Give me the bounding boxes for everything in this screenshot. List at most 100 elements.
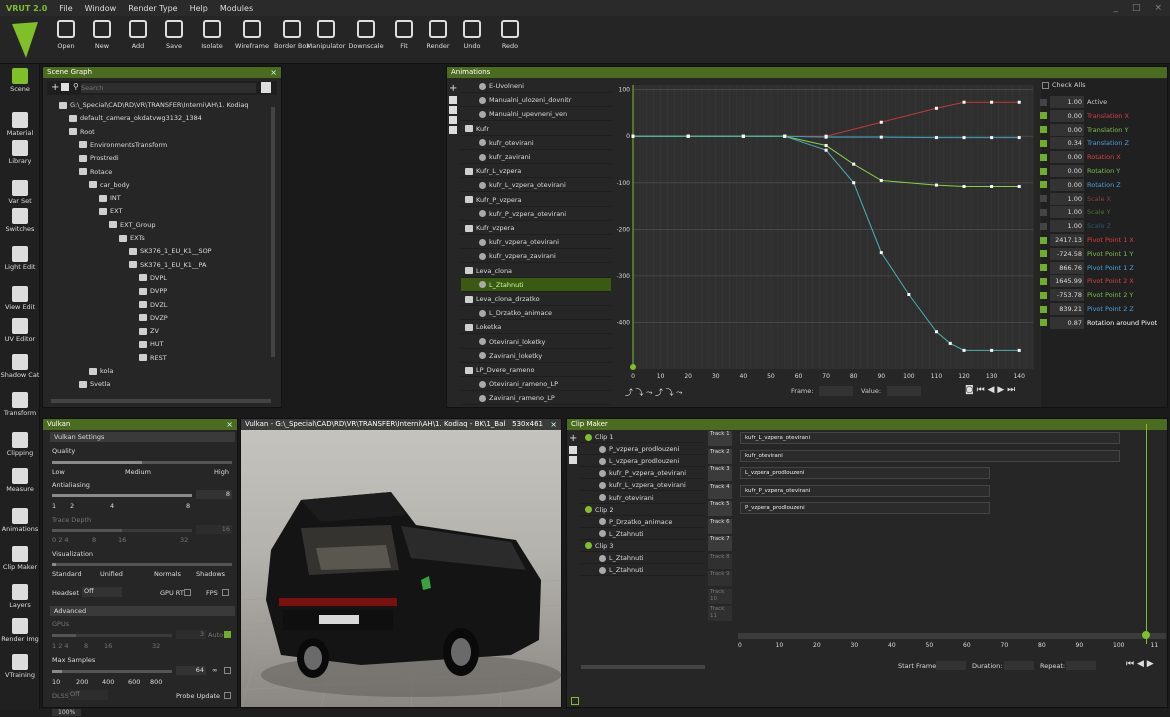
property-checkbox[interactable] [1040,222,1047,230]
auto-checkbox[interactable] [224,631,231,638]
animation-item[interactable]: Zavirani_rameno_LP [461,391,611,406]
close-icon[interactable]: × [270,67,277,78]
menu-modules[interactable]: Modules [220,4,253,13]
keyframe-point[interactable] [783,134,787,138]
keyframe-point[interactable] [879,251,883,255]
menu-file[interactable]: File [59,4,72,13]
keyframe-point[interactable] [824,148,828,152]
property-checkbox[interactable] [1040,208,1047,216]
gpus-value[interactable]: 3 [176,630,206,639]
close-icon[interactable]: × [550,419,557,430]
sidebar-scene[interactable]: Scene [0,68,40,93]
sidebar-transform[interactable]: Transform [0,392,40,417]
scene-node[interactable]: HUT [139,338,164,350]
scene-scrollbar[interactable] [271,107,275,357]
keyframe-point[interactable] [934,330,938,334]
animation-item[interactable]: L_Ztahnuti [461,277,611,292]
keyframe-point[interactable] [990,348,994,352]
track-header[interactable]: Track 2 [708,448,732,464]
sidebar-vtraining[interactable]: VTraining [0,654,40,679]
toolbar-open-button[interactable]: Open [46,20,86,60]
track-header[interactable]: Track 8 [708,553,732,569]
scene-node[interactable]: EnvironmentsTransform [79,139,167,151]
track-clip[interactable]: kufr_otevirani [740,449,1120,462]
property-row[interactable]: 839.21 Pivot Point 2 Z [1040,303,1165,315]
toolbar-redo-button[interactable]: Redo [490,20,530,60]
animation-item[interactable]: kufr_P_vzpera_otevirani [461,207,611,221]
animation-group[interactable]: Leva_clona_drzatko [461,292,611,306]
trace-depth-slider[interactable] [52,529,192,532]
keyframe-point[interactable] [1017,136,1021,140]
property-value[interactable]: 0.87 [1050,316,1084,329]
track-clip[interactable]: L_vzpera_prodlouzeni [740,467,990,479]
animation-item[interactable]: kufr_L_vzpera_otevirani [461,178,611,193]
curve-tools-icon[interactable]: ⤴ ⤵ ⤳ ⤴ ⤵ ⤳ [625,387,683,398]
track-header[interactable]: Track 7 [708,536,732,551]
gpus-slider[interactable] [52,634,172,637]
property-row[interactable]: 2417.13 Pivot Point 1 X [1040,234,1165,246]
trace-depth-value[interactable]: 16 [196,525,232,534]
menu-render-type[interactable]: Render Type [128,4,177,13]
clip-playback-icon[interactable]: ⏮ ◀ ▶ [1126,659,1154,669]
value-input[interactable] [887,386,921,396]
toolbar-undo-button[interactable]: Undo [452,20,492,60]
keyframe-point[interactable] [962,100,966,104]
track-header[interactable]: Track 6 [708,518,732,534]
property-row[interactable]: 1.00 Scale Y [1040,206,1165,219]
animation-item[interactable]: kufr_otevirani [461,136,611,150]
visualization-slider[interactable] [52,563,232,566]
frame-input[interactable] [819,386,853,396]
infinity-checkbox[interactable] [224,667,231,674]
delete-node-icon[interactable] [61,83,69,91]
property-row[interactable]: -724.58 Pivot Point 1 Y [1040,247,1165,260]
clip-group[interactable]: Clip 3 [581,540,705,552]
keyframe-point[interactable] [1017,348,1021,352]
start-frame-input[interactable] [936,661,966,670]
property-value[interactable]: 1.00 [1050,96,1084,108]
keyframe-point[interactable] [990,100,994,104]
track-header[interactable]: Track 9 [708,571,732,586]
scene-node[interactable]: DVZP [139,312,168,324]
scene-hscrollbar[interactable] [51,399,271,403]
clip-group[interactable]: Clip 2 [581,504,705,516]
check-all-box[interactable] [1042,81,1049,89]
timeline-ruler[interactable] [738,633,1166,639]
property-row[interactable]: -753.78 Pivot Point 2 Y [1040,289,1165,302]
track-header[interactable]: Track 5 [708,501,732,516]
keyframe-point[interactable] [631,134,635,138]
toolbar-manipulator-button[interactable]: Manipulator [306,20,346,60]
scene-node[interactable]: Prostredi [79,152,119,164]
animation-curve-chart[interactable]: 100 0 -100 -200 -300 -400 0 10 20 30 40 50 60 70 80 90 1… [617,79,1037,399]
property-value[interactable]: 2417.13 [1050,234,1084,246]
dlss-select[interactable]: Off [68,690,108,700]
clip-scrollbar[interactable] [581,665,705,669]
sidebar-view-edit[interactable]: View Edit [0,286,40,311]
keyframe-point[interactable] [852,181,856,185]
scene-node[interactable]: EXT_Group [109,219,155,231]
track-header[interactable]: Track 11 [708,606,732,621]
scene-search-input[interactable] [81,83,256,93]
property-value[interactable]: 0.00 [1050,151,1084,164]
property-row[interactable]: 1.00 Scale Z [1040,220,1165,233]
keyframe-point[interactable] [962,184,966,188]
scene-node[interactable]: default_camera_okdatvwg3132_1384 [69,112,202,124]
property-value[interactable]: 1.00 [1050,192,1084,205]
scene-node[interactable]: Rotace [79,166,112,178]
animation-group[interactable]: Loketka [461,320,611,335]
animation-group[interactable]: Kufr_L_vzpera [461,164,611,179]
keyframe-point[interactable] [990,136,994,140]
sidebar-clipping[interactable]: Clipping [0,432,40,457]
keyframe-point[interactable] [879,178,883,182]
property-row[interactable]: 1645.99 Pivot Point 2 X [1040,275,1165,288]
keyframe-point[interactable] [934,106,938,110]
scene-node[interactable]: SK376_1_EU_K1__PA [129,259,206,271]
property-checkbox[interactable] [1040,126,1047,134]
scene-node[interactable]: kola [89,365,113,377]
animation-group[interactable]: Kufr_vzpera [461,221,611,235]
scene-node[interactable]: REST [139,352,167,364]
toolbar-new-button[interactable]: New [82,20,122,60]
property-value[interactable]: 1645.99 [1050,275,1084,288]
track-header[interactable]: Track 4 [708,483,732,499]
track-clip[interactable]: P_vzpera_prodlouzeni [740,502,990,514]
animation-item[interactable]: Otevirani_rameno_LP [461,377,611,392]
